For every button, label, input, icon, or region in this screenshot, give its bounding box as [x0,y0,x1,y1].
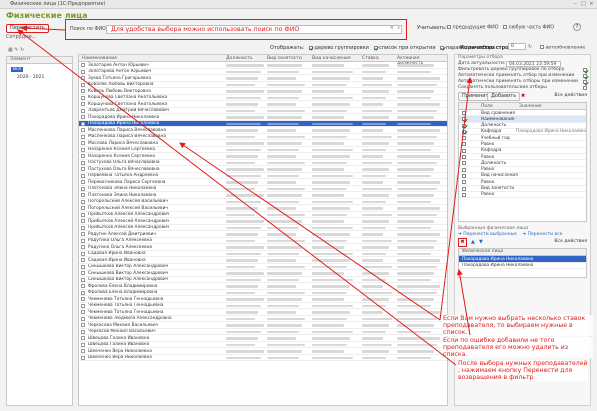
arrow-to-transfer [17,29,457,366]
arrow-to-remove [456,269,471,336]
annotation-arrows [17,25,473,366]
arrow-to-param [439,77,473,321]
arrow-to-move-tab [21,25,66,32]
arrow-to-selected-row [179,142,441,321]
